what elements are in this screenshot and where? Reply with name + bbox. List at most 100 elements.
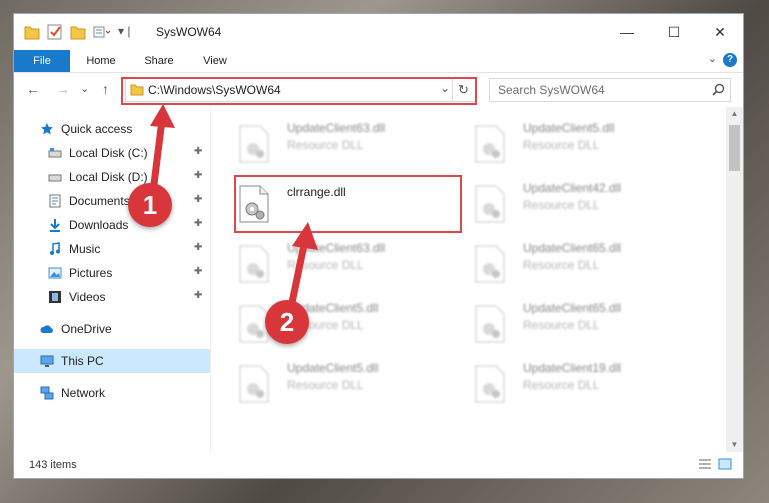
file-item[interactable]: UpdateClient19.dll Resource DLL [475,361,701,417]
large-icons-view-icon[interactable] [718,458,732,470]
sidebar-item-label: Quick access [61,122,133,136]
file-item[interactable]: UpdateClient65.dll Resource DLL [475,301,701,357]
sidebar-item-label: Videos [69,290,106,304]
file-type: Resource DLL [287,378,364,392]
drive-icon [48,148,62,158]
network-icon [40,386,54,400]
ribbon-tabs: File Home Share View ⌄ ? [14,50,743,73]
tab-view[interactable]: View [190,50,240,72]
close-button[interactable]: ✕ [697,14,743,50]
dll-file-icon [475,245,505,283]
help-icon[interactable]: ? [723,53,737,67]
sidebar-item-quick-access[interactable]: Quick access [14,117,210,141]
title-bar: ▾ | SysWOW64 — ☐ ✕ [14,14,743,50]
scroll-down-icon[interactable]: ▼ [726,438,743,452]
sidebar-item-pictures[interactable]: Pictures ✚ [14,261,210,285]
sidebar-item-label: Music [69,242,101,256]
drive-icon [48,174,62,182]
file-item[interactable]: UpdateClient65.dll Resource DLL [475,241,701,297]
star-icon [41,123,53,135]
sidebar-item-videos[interactable]: Videos ✚ [14,285,210,309]
sidebar-item-network[interactable]: Network [14,381,210,405]
folder-icon[interactable] [24,23,40,41]
music-icon [50,242,60,255]
up-button[interactable]: ↑ [102,81,109,97]
file-item[interactable]: UpdateClient5.dll Resource DLL [475,121,701,177]
sidebar-item-downloads[interactable]: Downloads ✚ [14,213,210,237]
status-bar: 143 items [14,452,743,478]
file-list: UpdateClient63.dll Resource DLL UpdateCl… [211,107,725,452]
file-type: Resource DLL [287,138,364,152]
details-view-icon[interactable] [698,458,712,470]
file-name: UpdateClient65.dll [523,301,622,315]
file-name: UpdateClient5.dll [287,361,379,375]
tab-file[interactable]: File [14,50,70,72]
dll-file-icon [475,305,505,343]
pin-icon[interactable]: ✚ [194,266,202,277]
dll-file-icon [475,185,505,223]
sidebar-item-label: Local Disk (D:) [69,170,148,184]
forward-button[interactable]: → [56,81,70,97]
sidebar-item-label: Pictures [69,266,113,280]
file-item[interactable]: UpdateClient5.dll Resource DLL [239,361,465,417]
recent-locations-button[interactable]: ⌄ [80,82,89,95]
sidebar-item-music[interactable]: Music ✚ [14,237,210,261]
file-name: UpdateClient63.dll [287,121,386,135]
sidebar-item-label: OneDrive [61,322,112,336]
file-highlight [234,175,462,233]
properties-icon[interactable] [46,23,64,41]
sidebar-item-label: Network [61,386,106,400]
file-name: UpdateClient63.dll [287,241,386,255]
sidebar-item-label: Downloads [69,218,129,232]
file-item[interactable]: UpdateClient42.dll Resource DLL [475,181,701,237]
computer-icon [40,355,54,367]
customize-toolbar-icon[interactable] [92,23,112,41]
pin-icon[interactable]: ✚ [194,170,202,181]
address-bar-highlight [121,77,477,105]
sidebar-item-label: This PC [61,354,104,368]
pictures-icon [48,267,62,279]
file-name: UpdateClient19.dll [523,361,622,375]
dll-file-icon [475,125,505,163]
search-box[interactable]: Search SysWOW64 [489,78,731,102]
download-icon [50,219,60,232]
pin-icon[interactable]: ✚ [194,194,202,205]
tab-share[interactable]: Share [134,50,184,72]
navigation-pane: Quick access Local Disk (C:) ✚ Local Dis… [14,107,211,452]
file-type: Resource DLL [523,318,600,332]
sidebar-item-label: Documents [69,194,130,208]
search-icon[interactable] [712,83,725,96]
dll-file-icon [239,365,269,403]
scrollbar-thumb[interactable] [729,125,740,171]
sidebar-item-label: Local Disk (C:) [69,146,148,160]
sidebar-item-local-disk-d[interactable]: Local Disk (D:) ✚ [14,165,210,189]
file-type: Resource DLL [523,198,600,212]
minimize-button[interactable]: — [604,14,650,50]
scroll-up-icon[interactable]: ▲ [726,107,743,121]
maximize-button[interactable]: ☐ [651,14,697,50]
step-marker-1: 1 [128,183,172,227]
vertical-scrollbar[interactable]: ▲ ▼ [726,107,743,452]
file-item[interactable]: UpdateClient63.dll Resource DLL [239,121,465,177]
expand-ribbon-icon[interactable]: ⌄ [708,52,717,65]
pin-icon[interactable]: ✚ [194,290,202,301]
sidebar-item-this-pc[interactable]: This PC [14,349,210,373]
search-input[interactable]: Search SysWOW64 [498,83,605,97]
file-item[interactable]: UpdateClient63.dll Resource DLL [239,241,465,297]
pin-icon[interactable]: ✚ [194,242,202,253]
file-name: UpdateClient42.dll [523,181,622,195]
file-type: Resource DLL [523,258,600,272]
new-folder-icon[interactable] [70,23,86,41]
file-type: Resource DLL [523,378,600,392]
back-button[interactable]: ← [26,81,40,97]
sidebar-item-onedrive[interactable]: OneDrive [14,317,210,341]
videos-icon [49,291,61,303]
pin-icon[interactable]: ✚ [194,218,202,229]
pin-icon[interactable]: ✚ [194,146,202,157]
sidebar-item-documents[interactable]: Documents ✚ [14,189,210,213]
qat-separator: ▾ | [118,24,131,38]
sidebar-item-local-disk-c[interactable]: Local Disk (C:) ✚ [14,141,210,165]
file-type: Resource DLL [523,138,600,152]
tab-home[interactable]: Home [76,50,126,72]
dll-file-icon [239,245,269,283]
